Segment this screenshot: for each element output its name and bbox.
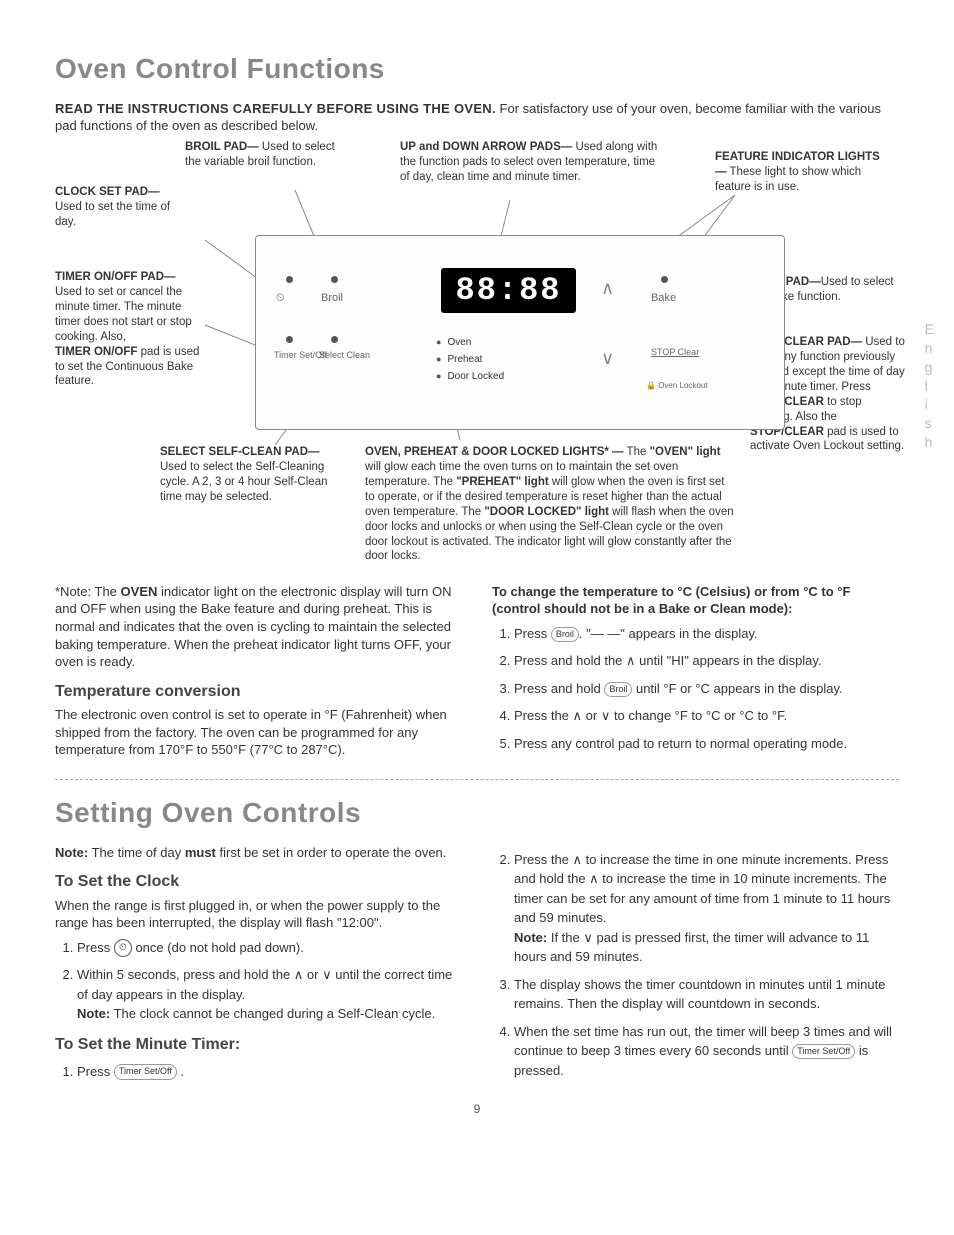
indicator-oven: Oven bbox=[436, 336, 471, 350]
bake-label: Bake bbox=[651, 291, 676, 306]
broil-pad-dot bbox=[331, 276, 338, 283]
right-column-1: To change the temperature to °C (Celsius… bbox=[492, 583, 899, 765]
language-margin: English bbox=[925, 320, 937, 452]
indicator-door: Door Locked bbox=[436, 370, 504, 384]
broil-pad-icon: Broil bbox=[551, 627, 579, 643]
timer-pad-icon: Timer Set/Off bbox=[114, 1064, 177, 1080]
minute-step-3: The display shows the timer countdown in… bbox=[514, 975, 899, 1014]
page-title-1: Oven Control Functions bbox=[55, 50, 899, 88]
left-column-2: Note: The time of day must first be set … bbox=[55, 844, 462, 1089]
callout-timer: TIMER ON/OFF PAD— Used to set or cancel … bbox=[55, 270, 200, 390]
clock-pad-icon bbox=[286, 276, 293, 283]
setting-note: Note: The time of day must first be set … bbox=[55, 844, 462, 862]
oven-note-columns: *Note: The OVEN indicator light on the e… bbox=[55, 583, 899, 765]
celsius-step-1: Press Broil. "— —" appears in the displa… bbox=[514, 624, 899, 644]
callout-arrows: UP and DOWN ARROW PADS— Used along with … bbox=[400, 140, 660, 185]
right-column-2: Press the ∧ to increase the time in one … bbox=[492, 844, 899, 1089]
celsius-step-2: Press and hold the ∧ until "HI" appears … bbox=[514, 651, 899, 671]
minute-steps-right: Press the ∧ to increase the time in one … bbox=[492, 850, 899, 1081]
clock-step-1: Press ⏲ once (do not hold pad down). bbox=[77, 938, 462, 958]
page-number: 9 bbox=[55, 1101, 899, 1117]
oven-control-panel: ⏲ Broil Timer Set/Off Select Clean 88:88… bbox=[255, 235, 785, 430]
setting-controls-columns: Note: The time of day must first be set … bbox=[55, 844, 899, 1089]
control-panel-diagram: BROIL PAD— Used to select the variable b… bbox=[55, 145, 899, 575]
callout-lights: OVEN, PREHEAT & DOOR LOCKED LIGHTS* — Th… bbox=[365, 445, 735, 565]
callout-selfclean: SELECT SELF-CLEAN PAD— Used to select th… bbox=[160, 445, 340, 505]
minute-timer-heading: To Set the Minute Timer: bbox=[55, 1034, 462, 1056]
minute-step-4: When the set time has run out, the timer… bbox=[514, 1022, 899, 1081]
callout-feature: FEATURE INDICATOR LIGHTS— These light to… bbox=[715, 150, 885, 195]
lockout-label: 🔒 Oven Lockout bbox=[646, 381, 708, 392]
select-label: Select Clean bbox=[319, 351, 370, 360]
callout-clock: CLOCK SET PAD— Used to set the time of d… bbox=[55, 185, 175, 230]
timer-pad-dot bbox=[286, 336, 293, 343]
minute-step-1: Press Timer Set/Off . bbox=[77, 1062, 462, 1082]
temp-conversion-body: The electronic oven control is set to op… bbox=[55, 706, 462, 759]
indicator-preheat: Preheat bbox=[436, 353, 482, 367]
intro-bold: READ THE INSTRUCTIONS CAREFULLY BEFORE U… bbox=[55, 101, 496, 116]
bake-pad-dot bbox=[661, 276, 668, 283]
minute-step-2: Press the ∧ to increase the time in one … bbox=[514, 850, 899, 967]
celsius-steps: Press Broil. "— —" appears in the displa… bbox=[492, 624, 899, 754]
clock-icon: ⏲ bbox=[114, 939, 132, 957]
intro-paragraph: READ THE INSTRUCTIONS CAREFULLY BEFORE U… bbox=[55, 100, 899, 135]
broil-pad-icon: Broil bbox=[604, 682, 632, 698]
timer-pad-icon: Timer Set/Off bbox=[792, 1044, 855, 1060]
digital-display: 88:88 bbox=[441, 268, 576, 313]
select-pad-dot bbox=[331, 336, 338, 343]
minute-steps-left: Press Timer Set/Off . bbox=[55, 1062, 462, 1082]
down-arrow-icon: ∨ bbox=[601, 346, 614, 370]
celsius-step-4: Press the ∧ or ∨ to change °F to °C or °… bbox=[514, 706, 899, 726]
oven-note: *Note: The OVEN indicator light on the e… bbox=[55, 583, 462, 671]
clock-step-2: Within 5 seconds, press and hold the ∧ o… bbox=[77, 965, 462, 1024]
callout-broil: BROIL PAD— Used to select the variable b… bbox=[185, 140, 345, 170]
left-column-1: *Note: The OVEN indicator light on the e… bbox=[55, 583, 462, 765]
celsius-step-3: Press and hold Broil until °F or °C appe… bbox=[514, 679, 899, 699]
set-clock-body: When the range is first plugged in, or w… bbox=[55, 897, 462, 932]
set-clock-heading: To Set the Clock bbox=[55, 871, 462, 893]
page-title-2: Setting Oven Controls bbox=[55, 794, 899, 832]
stop-label: STOP Clear bbox=[651, 346, 699, 358]
celsius-heading: To change the temperature to °C (Celsius… bbox=[492, 584, 850, 617]
temp-conversion-heading: Temperature conversion bbox=[55, 681, 462, 703]
section-divider bbox=[55, 779, 899, 780]
clock-icon-label: ⏲ bbox=[276, 291, 285, 306]
celsius-step-5: Press any control pad to return to norma… bbox=[514, 734, 899, 754]
broil-label: Broil bbox=[321, 291, 343, 306]
clock-steps: Press ⏲ once (do not hold pad down). Wit… bbox=[55, 938, 462, 1024]
up-arrow-icon: ∧ bbox=[601, 276, 614, 300]
